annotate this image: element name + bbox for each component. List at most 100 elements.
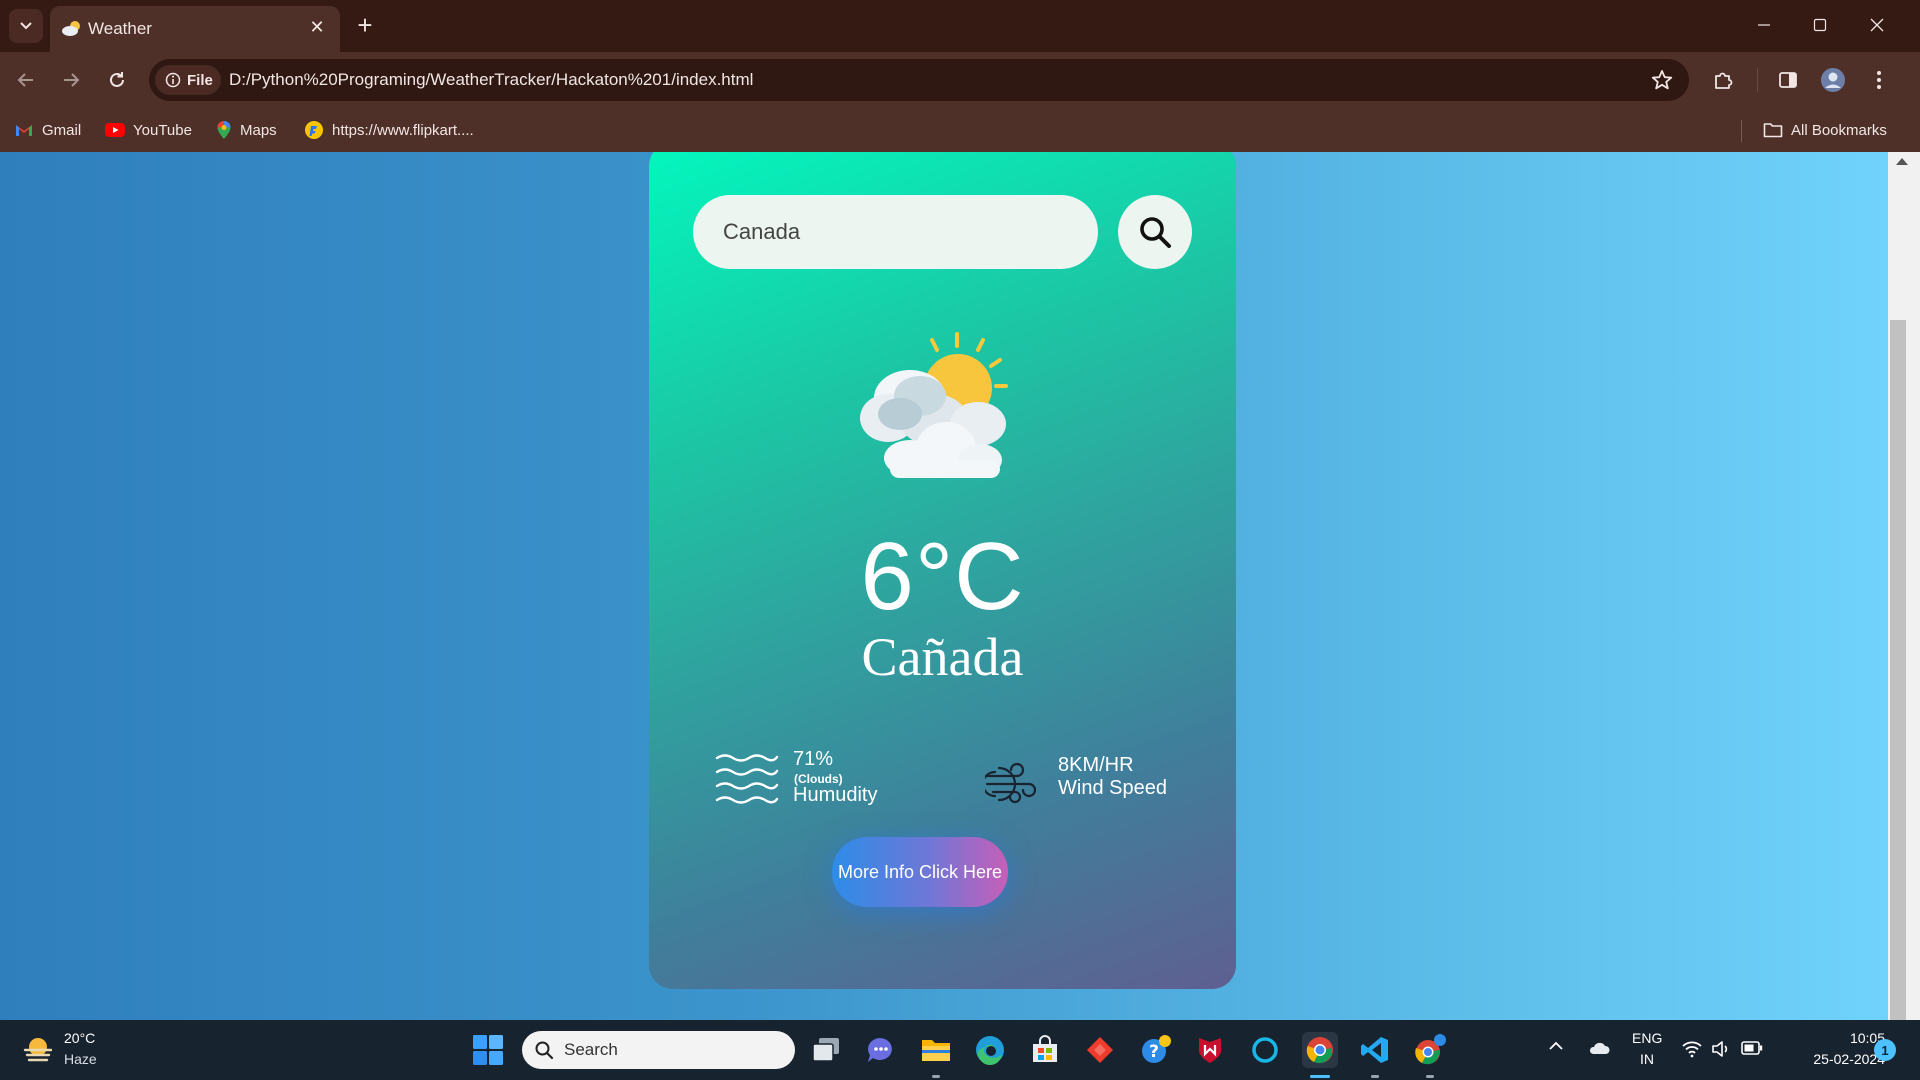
close-icon — [1870, 18, 1884, 32]
running-indicator — [1426, 1075, 1434, 1078]
tab-close-button[interactable]: ✕ — [304, 14, 330, 40]
chrome-profile-button[interactable] — [1412, 1032, 1448, 1068]
notification-badge[interactable]: 1 — [1874, 1039, 1896, 1061]
temperature-value: 6°C — [860, 523, 1025, 630]
bookmarks-bar: Gmail YouTube Maps https://www.flipkart.… — [0, 108, 1920, 152]
info-icon — [165, 72, 181, 88]
diamond-app-icon — [1087, 1037, 1113, 1063]
volume-icon[interactable] — [1711, 1040, 1731, 1058]
haze-weather-icon[interactable] — [22, 1034, 54, 1066]
side-panel-button[interactable] — [1773, 65, 1803, 95]
browser-tab-bar: Weather ✕ + — [0, 0, 1920, 52]
shield-icon — [1199, 1038, 1221, 1063]
site-info-chip[interactable]: File — [155, 65, 221, 95]
bookmark-label: Gmail — [42, 121, 82, 139]
chevron-up-icon[interactable] — [1548, 1038, 1564, 1054]
microsoft-store-button[interactable] — [1027, 1032, 1063, 1068]
chrome-icon — [1415, 1034, 1446, 1065]
address-bar[interactable]: File D:/Python%20Programing/WeatherTrack… — [149, 59, 1689, 101]
wind-icon — [985, 762, 1037, 804]
maximize-button[interactable] — [1792, 0, 1848, 50]
more-vertical-icon — [1877, 71, 1881, 89]
bookmark-flipkart[interactable]: https://www.flipkart.... — [304, 118, 474, 142]
cortana-button[interactable] — [1247, 1032, 1283, 1068]
browser-tab[interactable]: Weather ✕ — [50, 6, 340, 52]
anydesk-button[interactable] — [1082, 1032, 1118, 1068]
site-info-label: File — [187, 71, 213, 89]
bookmarks-divider — [1741, 120, 1742, 142]
tab-search-button[interactable] — [9, 9, 43, 43]
get-help-button[interactable]: ? — [1138, 1032, 1174, 1068]
windows-start-icon[interactable] — [472, 1034, 504, 1066]
forward-button[interactable] — [56, 65, 86, 95]
more-info-button[interactable]: More Info Click Here — [832, 837, 1008, 907]
taskbar-weather-temp[interactable]: 20°C — [64, 1030, 95, 1046]
page-viewport: 6°C Cañada 71% (Clouds) Humudity 8KM/HR … — [0, 152, 1888, 1020]
bookmark-gmail[interactable]: Gmail — [14, 118, 81, 142]
running-indicator — [1371, 1075, 1379, 1078]
humidity-value: 71% — [793, 748, 834, 770]
profile-button[interactable] — [1818, 65, 1848, 95]
edge-browser-icon — [976, 1036, 1004, 1066]
arrow-right-icon — [64, 73, 80, 87]
folder-icon — [1763, 123, 1783, 138]
browser-menu-button[interactable] — [1864, 65, 1894, 95]
search-icon — [1140, 217, 1171, 248]
arrow-left-icon — [17, 73, 33, 87]
taskbar-search-placeholder: Search — [564, 1040, 618, 1059]
windows-taskbar: 20°C Haze Search ? ENG IN 10:05 25-02-20… — [0, 1020, 1920, 1080]
minimize-button[interactable] — [1736, 0, 1792, 50]
bookmark-youtube[interactable]: YouTube — [105, 118, 192, 142]
task-view-button[interactable] — [808, 1032, 844, 1068]
taskbar-weather-desc[interactable]: Haze — [64, 1051, 97, 1067]
bookmark-label: YouTube — [133, 121, 192, 139]
gmail-icon — [16, 125, 32, 136]
chat-icon — [868, 1038, 892, 1062]
task-view-icon — [812, 1038, 839, 1062]
onedrive-cloud-icon[interactable] — [1588, 1040, 1610, 1056]
reload-button[interactable] — [102, 65, 132, 95]
humidity-label: Humudity — [793, 784, 878, 806]
bookmark-star-button[interactable] — [1649, 67, 1675, 93]
file-explorer-button[interactable] — [918, 1032, 954, 1068]
active-indicator — [1310, 1075, 1330, 1078]
url-text: D:/Python%20Programing/WeatherTracker/Ha… — [229, 70, 754, 89]
bookmark-maps[interactable]: Maps — [216, 118, 277, 142]
scroll-up-arrow-icon[interactable] — [1896, 158, 1908, 165]
city-search-input[interactable] — [693, 195, 1098, 269]
clock-date[interactable]: 25-02-2024 — [1780, 1051, 1885, 1067]
wind-speed-value: 8KM/HR — [1058, 754, 1134, 776]
edge-button[interactable] — [972, 1032, 1008, 1068]
folder-icon — [922, 1040, 950, 1061]
region-indicator[interactable]: IN — [1640, 1051, 1654, 1067]
language-indicator[interactable]: ENG — [1632, 1030, 1662, 1046]
chrome-button[interactable] — [1302, 1032, 1338, 1068]
minimize-icon — [1758, 24, 1770, 26]
mcafee-button[interactable] — [1192, 1032, 1228, 1068]
chrome-icon — [1306, 1037, 1333, 1064]
taskbar-search-box[interactable]: Search — [522, 1031, 795, 1069]
extensions-button[interactable] — [1708, 65, 1738, 95]
ring-icon — [1252, 1037, 1278, 1063]
wifi-icon[interactable] — [1682, 1040, 1702, 1058]
tab-title: Weather — [88, 19, 152, 38]
weather-favicon-icon — [62, 21, 80, 36]
avatar — [1821, 68, 1845, 92]
battery-icon[interactable] — [1741, 1041, 1763, 1055]
teams-chat-button[interactable] — [862, 1032, 898, 1068]
city-name: Cañada — [861, 627, 1024, 687]
search-button[interactable] — [1118, 195, 1192, 269]
all-bookmarks-button[interactable]: All Bookmarks — [1763, 118, 1887, 142]
wind-speed-label: Wind Speed — [1058, 777, 1167, 799]
puzzle-icon — [1715, 72, 1733, 89]
window-close-button[interactable] — [1849, 0, 1905, 50]
new-tab-button[interactable]: + — [350, 10, 380, 40]
vscode-button[interactable] — [1357, 1032, 1393, 1068]
bookmark-label: https://www.flipkart.... — [332, 121, 474, 139]
weather-card: 6°C Cañada 71% (Clouds) Humudity 8KM/HR … — [649, 152, 1236, 989]
back-button[interactable] — [11, 65, 41, 95]
humidity-waves-icon — [715, 754, 779, 804]
sun-behind-clouds-icon — [860, 332, 1008, 478]
scrollbar-thumb[interactable] — [1890, 320, 1906, 1020]
bookmark-label: Maps — [240, 121, 277, 139]
